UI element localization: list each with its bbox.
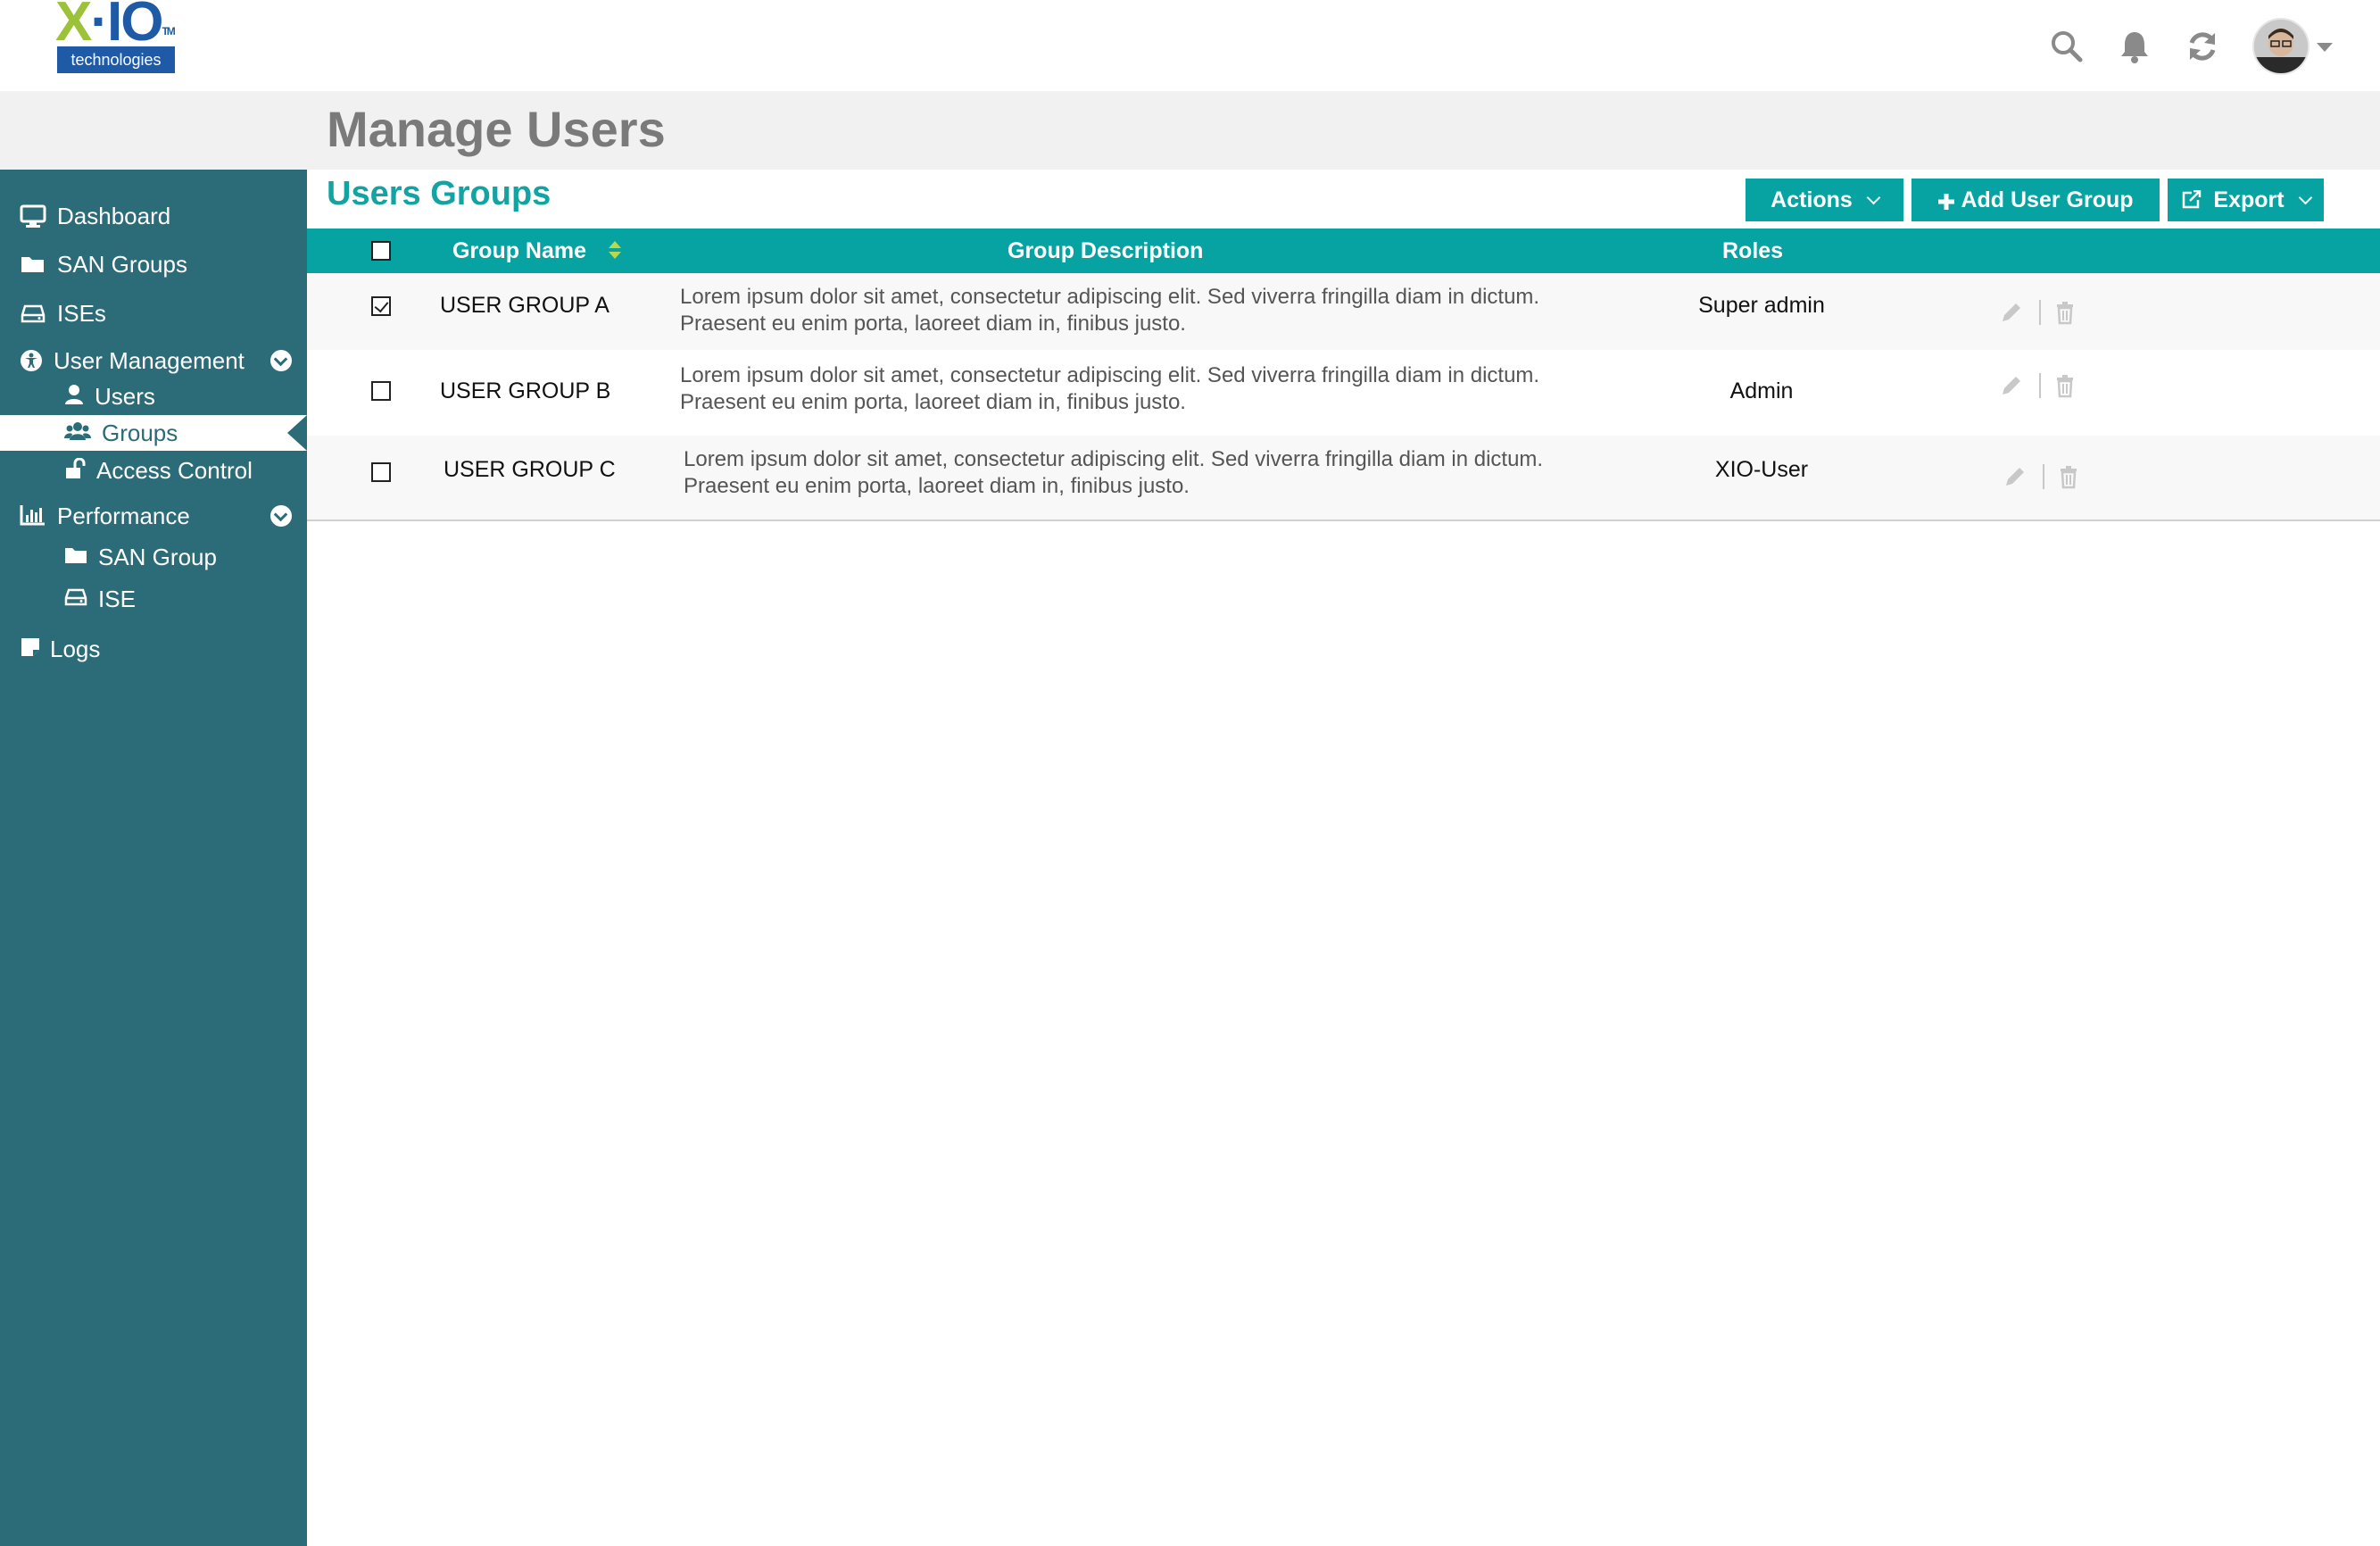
edit-pencil-icon[interactable]	[1999, 300, 2024, 325]
table-bottom-border	[307, 519, 2380, 521]
sidebar-item-label: SAN Group	[98, 543, 217, 570]
add-user-group-button[interactable]: Add User Group	[1911, 179, 2160, 221]
sidebar-item-groups[interactable]: Groups	[0, 415, 307, 451]
sidebar-item-logs[interactable]: Logs	[20, 631, 100, 667]
logo-subtitle: technologies	[57, 46, 175, 73]
export-label: Export	[2213, 187, 2285, 212]
group-role: Super admin	[1698, 293, 1825, 318]
sidebar-item-label: SAN Groups	[57, 250, 187, 278]
sidebar-item-label: ISE	[98, 585, 136, 612]
sort-icon[interactable]	[609, 241, 621, 261]
edit-pencil-icon[interactable]	[1999, 373, 2024, 398]
sidebar-item-label: ISEs	[57, 299, 106, 327]
sidebar-item-user-management[interactable]: User Management	[18, 343, 245, 378]
group-name: USER GROUP B	[440, 378, 611, 403]
actions-label: Actions	[1770, 187, 1853, 212]
sidebar-item-label: Dashboard	[57, 202, 171, 229]
chevron-down-icon	[1866, 190, 1881, 204]
table-row: USER GROUP A Lorem ipsum dolor sit amet,…	[307, 273, 2380, 350]
search-icon[interactable]	[2049, 29, 2085, 64]
table-row: USER GROUP C Lorem ipsum dolor sit amet,…	[307, 436, 2380, 519]
select-all-checkbox[interactable]	[371, 241, 391, 261]
divider	[2039, 300, 2041, 325]
chevron-down-icon[interactable]	[270, 350, 292, 371]
group-description: Lorem ipsum dolor sit amet, consectetur …	[684, 447, 1544, 498]
chevron-down-icon[interactable]	[270, 505, 292, 527]
sidebar-item-san-groups[interactable]: SAN Groups	[20, 246, 187, 282]
sidebar-item-label: Performance	[57, 502, 190, 529]
folder-icon	[64, 544, 87, 569]
sidebar-item-label: Users	[95, 382, 155, 410]
section-title: Users Groups	[327, 175, 551, 212]
actions-dropdown-button[interactable]: Actions	[1746, 179, 1903, 221]
trash-icon[interactable]	[2056, 464, 2081, 489]
user-icon	[64, 384, 84, 409]
active-indicator	[287, 415, 307, 451]
group-name: USER GROUP C	[444, 457, 616, 482]
refresh-icon[interactable]	[2185, 29, 2220, 64]
drive-icon	[64, 586, 87, 611]
bar-chart-icon	[20, 503, 46, 528]
divider	[2043, 464, 2044, 489]
accessibility-icon	[18, 348, 45, 373]
column-header-label: Group Name	[452, 238, 587, 263]
divider	[2039, 373, 2041, 398]
avatar[interactable]	[2252, 18, 2310, 75]
export-dropdown-button[interactable]: Export	[2168, 179, 2324, 221]
monitor-icon	[20, 204, 46, 229]
page-title: Manage Users	[327, 101, 666, 157]
trash-icon[interactable]	[2052, 300, 2077, 325]
row-checkbox[interactable]	[371, 462, 391, 482]
sidebar-item-san-group[interactable]: SAN Group	[64, 539, 217, 575]
group-description: Lorem ipsum dolor sit amet, consectetur …	[680, 285, 1540, 336]
xio-logo[interactable]: X·IOTM technologies	[55, 0, 180, 73]
top-bar: X·IOTM technologies	[0, 0, 2380, 91]
external-link-icon	[2181, 189, 2202, 210]
sidebar-item-ise[interactable]: ISE	[64, 581, 136, 617]
chevron-down-icon[interactable]	[2317, 43, 2333, 52]
row-checkbox[interactable]	[371, 296, 391, 316]
column-header-roles: Roles	[1722, 238, 1784, 263]
add-user-group-label: Add User Group	[1961, 187, 2134, 212]
group-name: USER GROUP A	[440, 293, 610, 318]
group-description: Lorem ipsum dolor sit amet, consectetur …	[680, 363, 1540, 414]
edit-pencil-icon[interactable]	[2003, 464, 2028, 489]
bell-icon[interactable]	[2117, 29, 2152, 64]
trash-icon[interactable]	[2052, 373, 2077, 398]
sidebar-item-ises[interactable]: ISEs	[20, 295, 106, 331]
group-role: Admin	[1729, 378, 1794, 403]
sidebar-item-dashboard[interactable]: Dashboard	[20, 198, 170, 234]
plus-icon	[1937, 191, 1955, 210]
chevron-down-icon	[2298, 190, 2312, 204]
logo-mark: X·IOTM	[55, 0, 176, 53]
table-row: USER GROUP B Lorem ipsum dolor sit amet,…	[307, 350, 2380, 436]
sidebar-item-label: Groups	[102, 419, 178, 446]
group-role: XIO-User	[1714, 457, 1809, 482]
sidebar-item-label: Access Control	[96, 456, 253, 484]
drive-icon	[20, 301, 46, 326]
column-header-group-description: Group Description	[1008, 238, 1204, 263]
sidebar-item-label: User Management	[54, 346, 245, 374]
sidebar-item-access-control[interactable]: Access Control	[64, 453, 253, 488]
sidebar-item-performance[interactable]: Performance	[20, 498, 190, 534]
unlock-icon	[64, 457, 86, 483]
sidebar: Dashboard SAN Groups ISEs User Managemen…	[0, 170, 307, 1546]
column-header-group-name[interactable]: Group Name	[452, 229, 586, 273]
users-icon	[64, 420, 91, 445]
note-icon	[20, 636, 41, 661]
row-checkbox[interactable]	[371, 381, 391, 401]
sidebar-item-users[interactable]: Users	[64, 378, 155, 414]
table-header: Group Name Group Description Roles	[307, 229, 2380, 273]
folder-icon	[20, 252, 46, 277]
sidebar-item-label: Logs	[50, 635, 101, 662]
